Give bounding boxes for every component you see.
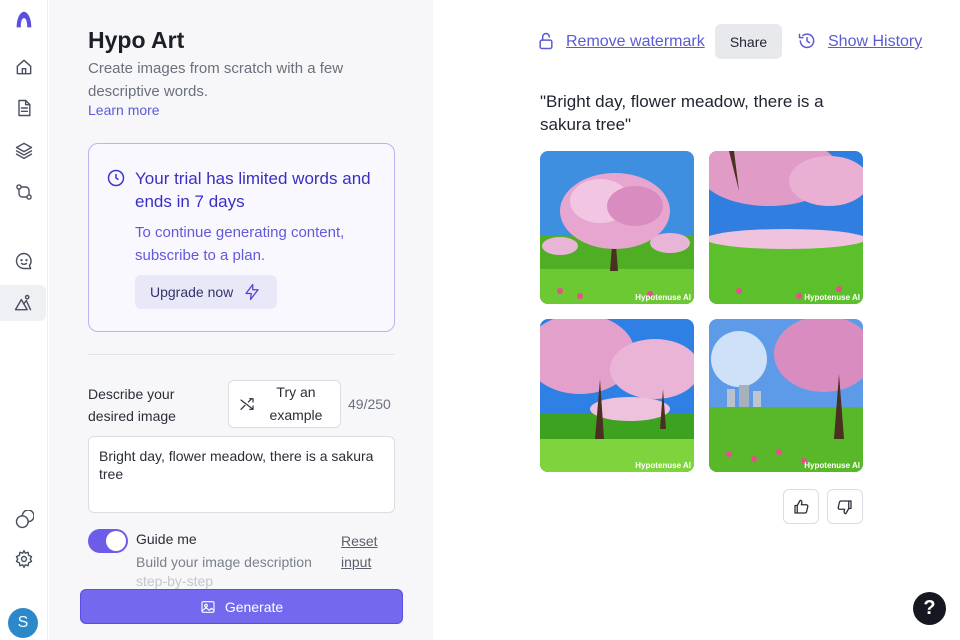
art-icon[interactable] [0,285,46,321]
git-compare-icon[interactable] [6,174,42,210]
try-example-label: Try an example [269,384,323,423]
sakura-image-4 [709,319,863,472]
guide-me-label: Guide me [136,531,197,547]
thumbs-up-button[interactable] [783,489,819,524]
sakura-image-1 [540,151,694,304]
thumbs-up-icon [794,499,809,514]
logo-icon[interactable] [6,2,42,38]
describe-image-label: Describe your desired image [88,386,176,424]
page-title: Hypo Art [88,27,185,53]
page-subtitle: Create images from scratch with a few de… [88,60,344,100]
gear-icon[interactable] [6,541,42,577]
unlock-icon[interactable] [536,31,556,56]
remove-watermark-link[interactable]: Remove watermark [566,33,705,51]
trial-notice: Your trial has limited words and ends in… [88,143,395,332]
learn-more-link[interactable]: Learn more [88,102,160,118]
watermark-label: Hypotenuse AI [635,461,691,470]
sakura-image-2 [709,151,863,304]
trial-heading: Your trial has limited words and ends in… [135,169,371,211]
generated-image-4[interactable]: Hypotenuse AI [709,319,863,472]
generated-image-3[interactable]: Hypotenuse AI [540,319,694,472]
thumbs-down-button[interactable] [827,489,863,524]
generated-image-1[interactable]: Hypotenuse AI [540,151,694,304]
document-icon[interactable] [6,90,42,126]
image-icon [201,600,215,613]
watermark-label: Hypotenuse AI [804,461,860,470]
reset-input-link[interactable]: Reset input [341,531,386,573]
divider [88,354,395,355]
clock-icon [106,168,126,188]
trial-body: To continue generating content, subscrib… [135,224,345,264]
char-count: 49/250 [348,396,391,412]
avatar[interactable]: S [8,608,38,638]
layers-icon[interactable] [6,132,42,168]
circles-icon[interactable] [6,502,42,538]
generate-label: Generate [224,598,284,615]
watermark-label: Hypotenuse AI [635,293,691,302]
generate-button[interactable]: Generate [80,589,403,624]
prompt-quote: "Bright day, flower meadow, there is a s… [540,92,824,134]
shuffle-icon [240,398,254,410]
upgrade-now-button[interactable]: Upgrade now [135,275,277,309]
help-button[interactable]: ? [913,592,946,625]
lightning-icon [245,283,259,301]
thumbs-down-icon [837,499,852,514]
generated-image-2[interactable]: Hypotenuse AI [709,151,863,304]
upgrade-label: Upgrade now [150,284,234,300]
sakura-image-3 [540,319,694,472]
home-icon[interactable] [6,49,42,85]
try-example-button[interactable]: Try an example [228,380,341,428]
sidebar-rail: S [0,0,48,640]
hypo-art-panel: Hypo Art Create images from scratch with… [49,0,433,640]
show-history-link[interactable]: Show History [828,33,922,51]
image-description-input[interactable]: Bright day, flower meadow, there is a sa… [88,436,395,513]
share-button[interactable]: Share [715,24,782,59]
history-icon[interactable] [797,31,817,56]
watermark-label: Hypotenuse AI [804,293,860,302]
guide-me-description-faded: step-by-step [136,573,214,589]
chat-icon[interactable] [6,243,42,279]
guide-me-toggle[interactable] [88,529,128,553]
